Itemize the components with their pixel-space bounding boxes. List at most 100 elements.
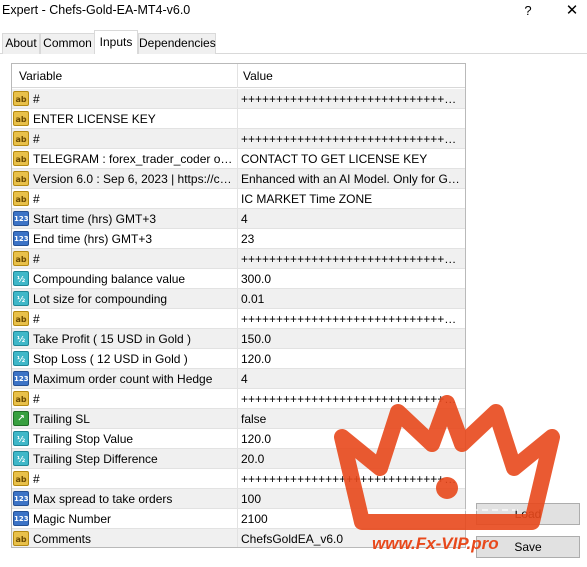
variable-value[interactable]: 0.01	[241, 292, 463, 306]
variable-value[interactable]: IC MARKET Time ZONE	[241, 192, 463, 206]
table-row[interactable]: ½ Take Profit ( 15 USD in Gold ) 150.0	[12, 329, 465, 349]
cell-divider	[237, 389, 238, 409]
table-row[interactable]: 123 Maximum order count with Hedge 4	[12, 369, 465, 389]
table-row[interactable]: ab # ++++++++++++++++++++++++++++++++++++.…	[12, 309, 465, 329]
tab-bar: About Common Inputs Dependencies	[0, 30, 587, 55]
param-type-string-icon: ab	[13, 131, 29, 146]
param-type-string-icon: ab	[13, 471, 29, 486]
cell-divider	[237, 369, 238, 389]
table-row[interactable]: ab # ++++++++++++++++++++++++++++++++++++.…	[12, 469, 465, 489]
variable-name: Stop Loss ( 12 USD in Gold )	[33, 352, 188, 366]
cell-divider	[237, 169, 238, 189]
cell-divider	[237, 229, 238, 249]
variable-name: #	[33, 192, 40, 206]
variable-value[interactable]: 300.0	[241, 272, 463, 286]
variable-value[interactable]: 120.0	[241, 352, 463, 366]
variable-name: Trailing SL	[33, 412, 90, 426]
tab-dependencies[interactable]: Dependencies	[138, 33, 216, 54]
table-row[interactable]: ab # IC MARKET Time ZONE	[12, 189, 465, 209]
save-button[interactable]: Save	[476, 536, 580, 558]
load-button[interactable]: Load	[476, 503, 580, 525]
param-type-bool-icon: ↗	[13, 411, 29, 426]
cell-divider	[237, 269, 238, 289]
variable-name: Version 6.0 : Sep 6, 2023 | https://chef…	[33, 172, 235, 186]
variable-name: #	[33, 472, 40, 486]
table-row[interactable]: ½ Compounding balance value 300.0	[12, 269, 465, 289]
table-row[interactable]: 123 Max spread to take orders 100	[12, 489, 465, 509]
variable-name: #	[33, 252, 40, 266]
variable-value[interactable]: ++++++++++++++++++++++++++++++++++++...	[241, 312, 463, 326]
help-button[interactable]: ?	[521, 1, 535, 21]
table-row[interactable]: ab # ++++++++++++++++++++++++++++++++++++.…	[12, 249, 465, 269]
variable-value[interactable]: ++++++++++++++++++++++++++++++++++++...	[241, 92, 463, 106]
param-type-string-icon: ab	[13, 391, 29, 406]
table-row[interactable]: ab # ++++++++++++++++++++++++++++++++++++.…	[12, 389, 465, 409]
variable-value[interactable]: 120.0	[241, 432, 463, 446]
cell-divider	[237, 309, 238, 329]
param-type-double-icon: ½	[13, 291, 29, 306]
cell-divider	[237, 89, 238, 109]
param-type-string-icon: ab	[13, 91, 29, 106]
param-type-string-icon: ab	[13, 531, 29, 546]
variable-value[interactable]: ++++++++++++++++++++++++++++++++++++...	[241, 392, 463, 406]
cell-divider	[237, 449, 238, 469]
variable-value[interactable]: 20.0	[241, 452, 463, 466]
table-row[interactable]: ½ Trailing Stop Value 120.0	[12, 429, 465, 449]
variable-name: Compounding balance value	[33, 272, 186, 286]
variable-name: #	[33, 92, 40, 106]
variable-value[interactable]: ++++++++++++++++++++++++++++++++++++...	[241, 252, 463, 266]
window-title: Expert - Chefs-Gold-EA-MT4-v6.0	[2, 3, 191, 17]
variable-value[interactable]: 100	[241, 492, 463, 506]
variable-name: Comments	[33, 532, 92, 546]
variable-name: Trailing Stop Value	[33, 432, 134, 446]
table-row[interactable]: 123 Magic Number 2100	[12, 509, 465, 529]
variable-value[interactable]: 150.0	[241, 332, 463, 346]
variable-value[interactable]: ChefsGoldEA_v6.0	[241, 532, 463, 546]
table-row[interactable]: 123 End time (hrs) GMT+3 23	[12, 229, 465, 249]
column-header-variable[interactable]: Variable	[19, 69, 62, 83]
variable-name: Magic Number	[33, 512, 112, 526]
variable-value[interactable]: Enhanced with an AI Model. Only for Gold…	[241, 172, 463, 186]
inputs-table: Variable Value ab # ++++++++++++++++++++++…	[11, 63, 466, 548]
variable-value[interactable]: 2100	[241, 512, 463, 526]
variable-value[interactable]: 4	[241, 372, 463, 386]
cell-divider	[237, 129, 238, 149]
title-bar: Expert - Chefs-Gold-EA-MT4-v6.0 ? ✕	[0, 0, 587, 22]
table-row[interactable]: ab Comments ChefsGoldEA_v6.0	[12, 529, 465, 547]
table-row[interactable]: ab TELEGRAM : forex_trader_coder or WA...…	[12, 149, 465, 169]
table-row[interactable]: ½ Lot size for compounding 0.01	[12, 289, 465, 309]
table-row[interactable]: ↗ Trailing SL false	[12, 409, 465, 429]
column-divider[interactable]	[237, 64, 238, 88]
table-row[interactable]: ab # ++++++++++++++++++++++++++++++++++++.…	[12, 129, 465, 149]
tab-inputs[interactable]: Inputs	[94, 30, 138, 55]
cell-divider	[237, 149, 238, 169]
table-row[interactable]: ½ Stop Loss ( 12 USD in Gold ) 120.0	[12, 349, 465, 369]
param-type-double-icon: ½	[13, 271, 29, 286]
variable-value[interactable]: 23	[241, 232, 463, 246]
variable-value[interactable]: ++++++++++++++++++++++++++++++++++++...	[241, 132, 463, 146]
cell-divider	[237, 189, 238, 209]
param-type-string-icon: ab	[13, 171, 29, 186]
table-row[interactable]: ab ENTER LICENSE KEY	[12, 109, 465, 129]
tab-about[interactable]: About	[2, 33, 40, 54]
param-type-double-icon: ½	[13, 431, 29, 446]
param-type-string-icon: ab	[13, 111, 29, 126]
variable-value[interactable]: CONTACT TO GET LICENSE KEY	[241, 152, 463, 166]
tab-common[interactable]: Common	[40, 33, 95, 54]
table-row[interactable]: ab Version 6.0 : Sep 6, 2023 | https://ch…	[12, 169, 465, 189]
variable-value[interactable]: false	[241, 412, 463, 426]
cell-divider	[237, 109, 238, 129]
close-button[interactable]: ✕	[560, 0, 584, 22]
column-header-value[interactable]: Value	[243, 69, 273, 83]
cell-divider	[237, 529, 238, 547]
table-row[interactable]: 123 Start time (hrs) GMT+3 4	[12, 209, 465, 229]
variable-name: Take Profit ( 15 USD in Gold )	[33, 332, 192, 346]
param-type-integer-icon: 123	[13, 491, 29, 506]
variable-value[interactable]: 4	[241, 212, 463, 226]
variable-value[interactable]: ++++++++++++++++++++++++++++++++++++...	[241, 472, 463, 486]
variable-name: TELEGRAM : forex_trader_coder or WA...	[33, 152, 235, 166]
table-row[interactable]: ½ Trailing Step Difference 20.0	[12, 449, 465, 469]
param-type-integer-icon: 123	[13, 511, 29, 526]
table-row[interactable]: ab # ++++++++++++++++++++++++++++++++++++.…	[12, 89, 465, 109]
variable-name: End time (hrs) GMT+3	[33, 232, 153, 246]
